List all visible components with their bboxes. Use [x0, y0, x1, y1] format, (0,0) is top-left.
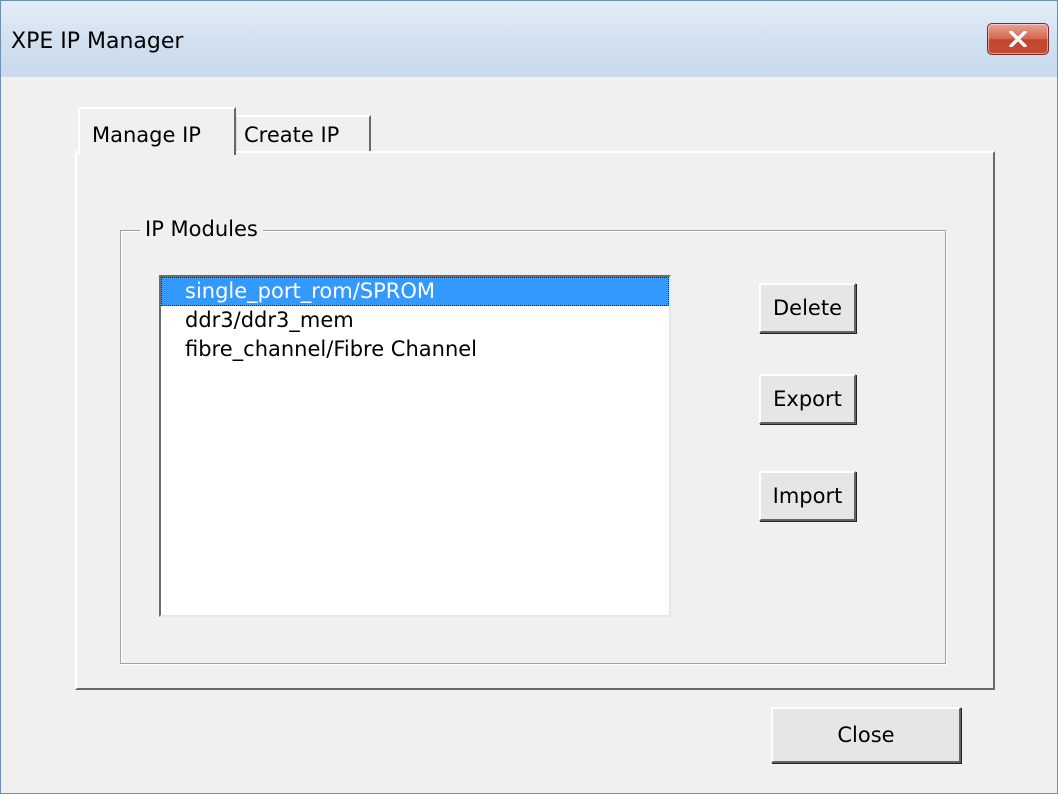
delete-button[interactable]: Delete [759, 283, 856, 333]
close-icon [1009, 31, 1027, 47]
tab-create-ip[interactable]: Create IP [236, 115, 371, 153]
list-item-single-port-rom[interactable]: single_port_rom/SPROM [161, 277, 669, 306]
ip-modules-listbox[interactable]: single_port_rom/SPROM ddr3/ddr3_mem fibr… [159, 275, 671, 617]
close-button[interactable]: Close [771, 707, 961, 763]
dialog-client-area: Manage IP Create IP IP Modules single_po… [9, 77, 1051, 793]
window-close-button[interactable] [987, 23, 1049, 55]
window-title: XPE IP Manager [11, 29, 184, 54]
ip-modules-group-label: IP Modules [140, 216, 263, 242]
title-bar[interactable]: XPE IP Manager [1, 1, 1057, 77]
dialog-window: XPE IP Manager Manage IP Create IP IP Mo… [0, 0, 1058, 794]
manage-ip-panel: IP Modules single_port_rom/SPROM ddr3/dd… [75, 151, 995, 690]
export-button[interactable]: Export [759, 374, 856, 424]
list-item-ddr3[interactable]: ddr3/ddr3_mem [161, 306, 669, 335]
tab-manage-ip[interactable]: Manage IP [78, 107, 236, 155]
import-button[interactable]: Import [759, 471, 856, 521]
list-item-fibre-channel[interactable]: fibre_channel/Fibre Channel [161, 335, 669, 364]
ip-modules-group: IP Modules single_port_rom/SPROM ddr3/dd… [120, 216, 946, 664]
